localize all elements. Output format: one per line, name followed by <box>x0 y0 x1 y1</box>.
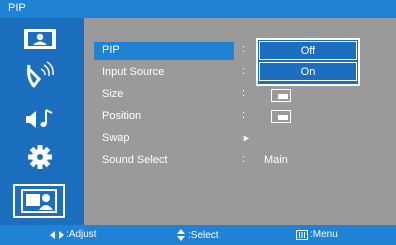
pip-position-icon <box>271 110 291 123</box>
sound-select-value: Main <box>264 154 288 166</box>
menu-item-label: Sound Select <box>102 154 168 166</box>
colon-separator: : <box>242 153 246 165</box>
option-label: On <box>300 65 316 78</box>
tab-audio[interactable] <box>14 104 66 134</box>
menu-item-label: Position <box>102 110 142 122</box>
swap-arrow-icon: ► <box>242 133 251 143</box>
colon-separator: : <box>242 43 246 55</box>
left-right-arrows-icon <box>50 230 64 239</box>
colon-separator: : <box>242 87 246 99</box>
picture-icon <box>24 29 56 49</box>
footer-hints: :Adjust :Select :Menu <box>0 225 396 245</box>
audio-icon <box>26 109 53 128</box>
up-down-arrows-icon <box>177 229 185 241</box>
input-signal-icon <box>27 61 54 88</box>
menu-item-size[interactable]: Size : <box>94 86 394 104</box>
colon-separator: : <box>242 109 246 121</box>
menu-item-sound-select[interactable]: Sound Select : Main <box>94 152 394 170</box>
tab-input[interactable] <box>14 60 66 90</box>
menu-hint: :Menu <box>296 229 338 240</box>
colon-separator: : <box>242 65 246 77</box>
menu-item-label: Swap <box>102 132 130 144</box>
pip-size-icon <box>271 89 291 102</box>
option-on[interactable]: On <box>259 62 357 81</box>
adjust-hint-label: :Adjust <box>66 229 97 240</box>
page-title: PIP <box>8 2 26 14</box>
tab-settings[interactable] <box>14 142 66 172</box>
title-bar: PIP <box>0 0 396 18</box>
pip-osd-menu: PIP PIP: Input Source: Size: Position… <box>0 0 396 245</box>
select-hint: :Select <box>176 229 219 241</box>
menu-item-label: Input Source <box>102 66 165 78</box>
menu-hint-label: :Menu <box>310 229 338 240</box>
adjust-hint: :Adjust <box>50 229 97 240</box>
option-label: Off <box>300 44 316 57</box>
menu-item-label: Size <box>102 88 124 100</box>
menu-item-swap[interactable]: Swap ► <box>94 130 394 148</box>
tab-pip[interactable] <box>13 184 65 218</box>
menu-item-position[interactable]: Position : <box>94 108 394 126</box>
pip-user-icon <box>21 189 57 213</box>
settings-gear-icon <box>28 145 52 169</box>
option-off[interactable]: Off <box>259 41 357 60</box>
pip-options-dropdown: Off On <box>256 38 360 86</box>
tab-picture[interactable] <box>14 24 66 54</box>
menu-icon <box>296 229 308 240</box>
select-hint-label: :Select <box>188 229 219 241</box>
category-sidebar <box>0 18 84 225</box>
